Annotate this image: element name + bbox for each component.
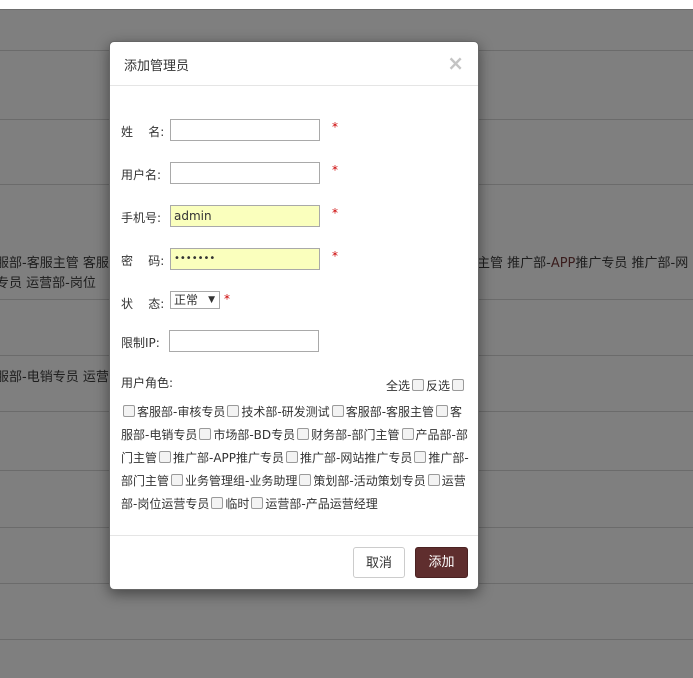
role-label: 市场部-BD专员 bbox=[213, 428, 296, 442]
required-mark: * bbox=[332, 206, 338, 220]
select-controls: 全选 反选 bbox=[386, 377, 466, 394]
status-selected-value: 正常 bbox=[174, 293, 199, 307]
invert-label: 反选 bbox=[426, 379, 451, 393]
required-mark: * bbox=[332, 249, 338, 263]
role-checkbox[interactable] bbox=[123, 405, 135, 417]
ip-input[interactable] bbox=[169, 330, 319, 352]
name-label: 姓 名: bbox=[121, 125, 165, 139]
select-all-label: 全选 bbox=[386, 379, 411, 393]
role-checkbox[interactable] bbox=[414, 451, 427, 463]
role-label: 推广部-APP推广专员 bbox=[173, 451, 285, 465]
name-input[interactable] bbox=[170, 119, 320, 141]
role-label: 推广部-网站推广专员 bbox=[300, 451, 413, 465]
background-cell-text: 服部-客服主管 客服 bbox=[0, 256, 109, 271]
username-label: 用户名: bbox=[121, 168, 162, 182]
role-label: 技术部-研发测试 bbox=[241, 405, 330, 419]
role-label: 客服部-审核专员 bbox=[137, 405, 226, 419]
cancel-button[interactable]: 取消 bbox=[353, 547, 405, 578]
role-label: 策划部-活动策划专员 bbox=[313, 474, 426, 488]
role-label: 财务部-部门主管 bbox=[311, 428, 400, 442]
role-label: 运营部-产品运营经理 bbox=[265, 497, 378, 511]
required-mark: * bbox=[224, 292, 230, 306]
role-checkbox[interactable] bbox=[297, 428, 310, 440]
role-checkbox[interactable] bbox=[211, 497, 224, 509]
add-button[interactable]: 添加 bbox=[415, 547, 468, 578]
password-label: 密 码: bbox=[121, 254, 165, 268]
role-checkbox[interactable] bbox=[299, 474, 312, 486]
role-checkbox[interactable] bbox=[427, 474, 440, 486]
background-cell-text: 服部-电销专员 运营 bbox=[0, 370, 109, 385]
dialog-title: 添加管理员 bbox=[124, 59, 190, 74]
select-all-checkbox[interactable] bbox=[412, 379, 425, 391]
add-admin-dialog: 添加管理员 × 姓 名: * 用户名: * 手机号: admin * 密 码: … bbox=[109, 41, 479, 590]
role-checkbox[interactable] bbox=[199, 428, 212, 440]
roles-list: 客服部-审核专员 技术部-研发测试 客服部-客服主管 客服部-电销专员 市场部-BD专员… bbox=[121, 401, 469, 516]
dialog-footer: 取消 添加 bbox=[110, 535, 478, 589]
background-cell-text: 专员 运营部-岗位 bbox=[0, 276, 96, 291]
chevron-down-icon: ▼ bbox=[208, 295, 215, 305]
required-mark: * bbox=[332, 163, 338, 177]
role-checkbox[interactable] bbox=[436, 405, 449, 417]
password-input[interactable]: ••••••• bbox=[170, 248, 320, 270]
phone-input[interactable]: admin bbox=[170, 205, 320, 227]
role-checkbox[interactable] bbox=[286, 451, 299, 463]
role-checkbox[interactable] bbox=[401, 428, 414, 440]
role-checkbox[interactable] bbox=[227, 405, 240, 417]
status-label: 状 态: bbox=[121, 297, 165, 311]
role-label: 业务管理组-业务助理 bbox=[185, 474, 298, 488]
close-icon[interactable]: × bbox=[447, 52, 464, 74]
page-top-bar bbox=[0, 0, 693, 10]
required-mark: * bbox=[332, 120, 338, 134]
dialog-header: 添加管理员 × bbox=[110, 42, 478, 86]
status-select[interactable]: 正常 ▼ bbox=[170, 291, 220, 309]
background-cell-text: 主管 推广部-APP推广专员 推广部-网 bbox=[477, 256, 689, 271]
role-label: 临时 bbox=[225, 497, 250, 511]
invert-checkbox[interactable] bbox=[452, 379, 465, 391]
ip-label: 限制IP: bbox=[121, 336, 160, 350]
row-divider bbox=[0, 639, 693, 640]
role-checkbox[interactable] bbox=[251, 497, 264, 509]
username-input[interactable] bbox=[170, 162, 320, 184]
role-label: 客服部-客服主管 bbox=[345, 405, 435, 419]
phone-label: 手机号: bbox=[121, 211, 162, 225]
roles-label: 用户角色: bbox=[121, 376, 174, 390]
role-checkbox[interactable] bbox=[331, 405, 344, 417]
role-checkbox[interactable] bbox=[159, 451, 172, 463]
role-checkbox[interactable] bbox=[171, 474, 184, 486]
